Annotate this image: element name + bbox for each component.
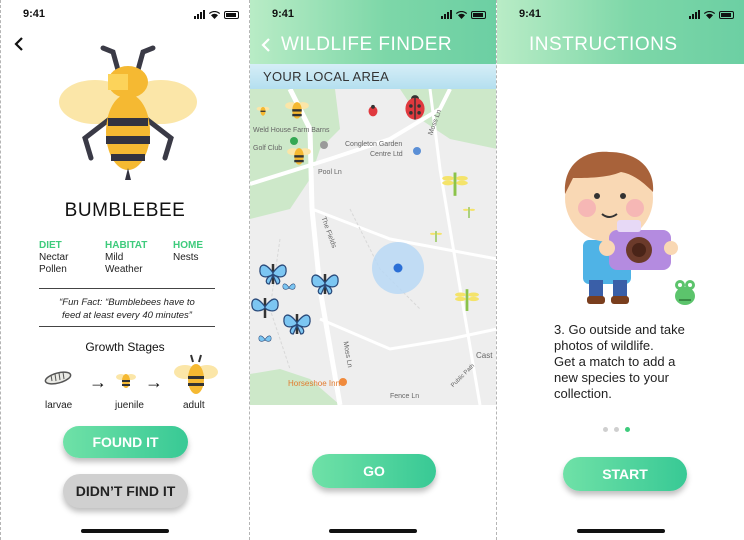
home-indicator xyxy=(81,529,169,533)
section-subtitle: YOUR LOCAL AREA xyxy=(250,64,496,89)
signal-icon xyxy=(441,10,452,19)
instruction-text: 3. Go outside and take photos of wildlif… xyxy=(554,322,734,402)
chevron-left-icon xyxy=(261,38,270,52)
signal-icon xyxy=(194,10,205,19)
bee-marker-icon[interactable] xyxy=(284,95,310,121)
stage-label-juvenile: juenile xyxy=(115,400,144,411)
map-label: Congleton Garden xyxy=(345,141,403,148)
go-button[interactable]: GO xyxy=(312,454,436,488)
diet-value: Nectar xyxy=(39,252,69,263)
diet-info: DIET Nectar Pollen xyxy=(39,240,68,276)
home-indicator xyxy=(329,529,417,533)
map-label: Pool Ln xyxy=(318,169,342,176)
back-button[interactable] xyxy=(261,38,271,57)
butterfly-marker-icon[interactable] xyxy=(250,293,280,323)
battery-icon xyxy=(719,10,734,19)
fun-fact: “Fun Fact: “Bumblebees have to feed at l… xyxy=(41,296,213,322)
page-dot-active[interactable] xyxy=(625,427,630,432)
map-label: Fence Ln xyxy=(390,393,420,400)
map-label: Centre Ltd xyxy=(370,151,403,158)
instruction-line: 3. Go outside and take xyxy=(554,322,685,337)
dragonfly-marker-icon[interactable] xyxy=(442,169,468,197)
diet-value: Pollen xyxy=(39,264,67,275)
home-label: HOME xyxy=(173,240,203,251)
instruction-line: collection. xyxy=(554,386,612,401)
page-title: WILDLIFE FINDER xyxy=(281,34,453,55)
home-indicator xyxy=(576,529,665,533)
bee-marker-icon[interactable] xyxy=(256,103,270,117)
butterfly-marker-icon[interactable] xyxy=(282,281,296,295)
divider xyxy=(39,326,215,327)
map-label: Horseshoe Inn xyxy=(288,379,341,388)
page-indicator[interactable] xyxy=(603,427,630,432)
butterfly-marker-icon[interactable] xyxy=(282,309,312,339)
bumblebee-illustration xyxy=(59,45,197,180)
status-bar: 9:41 xyxy=(497,8,744,24)
bee-marker-icon[interactable] xyxy=(286,141,312,167)
stage-label-adult: adult xyxy=(183,400,205,411)
signal-icon xyxy=(689,10,700,19)
map-label: Weld House Farm Barns xyxy=(253,127,330,134)
status-bar: 9:41 xyxy=(250,8,496,24)
home-info: HOME Nests xyxy=(173,240,203,264)
found-it-button[interactable]: FOUND IT xyxy=(63,426,188,458)
dragonfly-marker-icon[interactable] xyxy=(430,229,442,243)
status-time: 9:41 xyxy=(23,8,46,20)
status-time: 9:41 xyxy=(272,8,295,20)
map-label: Golf Club xyxy=(253,145,283,152)
habitat-info: HABITAT Mild Weather xyxy=(105,240,147,276)
home-value: Nests xyxy=(173,252,199,263)
wifi-icon xyxy=(704,10,715,19)
stage-label-larvae: larvae xyxy=(45,400,73,411)
arrow-right-icon: → xyxy=(89,372,107,392)
habitat-label: HABITAT xyxy=(105,240,148,251)
instruction-line: new species to your xyxy=(554,370,669,385)
dragonfly-marker-icon[interactable] xyxy=(463,205,475,219)
wildlife-finder-screen: 9:41 WILDLIFE FINDER YOUR LOCAL AREA Wel… xyxy=(250,0,497,540)
wifi-icon xyxy=(456,10,467,19)
page-dot[interactable] xyxy=(603,427,608,432)
butterfly-marker-icon[interactable] xyxy=(258,333,272,347)
local-area-map[interactable]: Weld House Farm Barns Golf Club Congleto… xyxy=(250,89,496,405)
map-background xyxy=(250,89,496,405)
instruction-line: photos of wildlife. xyxy=(554,338,654,353)
fun-fact-line: “Fun Fact: “Bumblebees have to xyxy=(59,297,195,308)
battery-icon xyxy=(471,10,486,19)
diet-label: DIET xyxy=(39,240,62,251)
dragonfly-marker-icon[interactable] xyxy=(455,285,479,313)
fun-fact-line: feed at least every 40 minutes” xyxy=(62,310,192,321)
species-detail-screen: 9:41 BUMBLEBEE DIET Nectar Pollen HABITA… xyxy=(0,0,250,540)
juvenile-bee-icon xyxy=(116,374,136,388)
habitat-value: Weather xyxy=(105,264,143,275)
adult-bee-icon xyxy=(174,354,218,394)
butterfly-marker-icon[interactable] xyxy=(310,269,340,299)
instructions-screen: 9:41 INSTRUCTIONS 3. Go outside and take… xyxy=(497,0,744,540)
didnt-find-it-button[interactable]: DIDN’T FIND IT xyxy=(63,474,188,508)
species-name: BUMBLEBEE xyxy=(64,200,186,221)
page-dot[interactable] xyxy=(614,427,619,432)
frog-icon xyxy=(675,280,695,305)
arrow-right-icon: → xyxy=(145,372,163,392)
larvae-icon xyxy=(44,371,72,385)
battery-icon xyxy=(224,10,239,19)
start-button[interactable]: START xyxy=(563,457,687,491)
chevron-left-icon xyxy=(14,37,23,51)
instruction-line: Get a match to add a xyxy=(554,354,676,369)
ladybird-marker-icon[interactable] xyxy=(366,103,380,117)
wifi-icon xyxy=(209,10,220,19)
back-button[interactable] xyxy=(13,34,25,57)
divider xyxy=(39,288,215,289)
habitat-value: Mild xyxy=(105,252,124,263)
ladybird-marker-icon[interactable] xyxy=(400,91,430,121)
status-time: 9:41 xyxy=(519,8,542,20)
page-title: INSTRUCTIONS xyxy=(529,34,678,55)
status-bar: 9:41 xyxy=(1,8,249,24)
map-label: Cast xyxy=(476,351,493,360)
